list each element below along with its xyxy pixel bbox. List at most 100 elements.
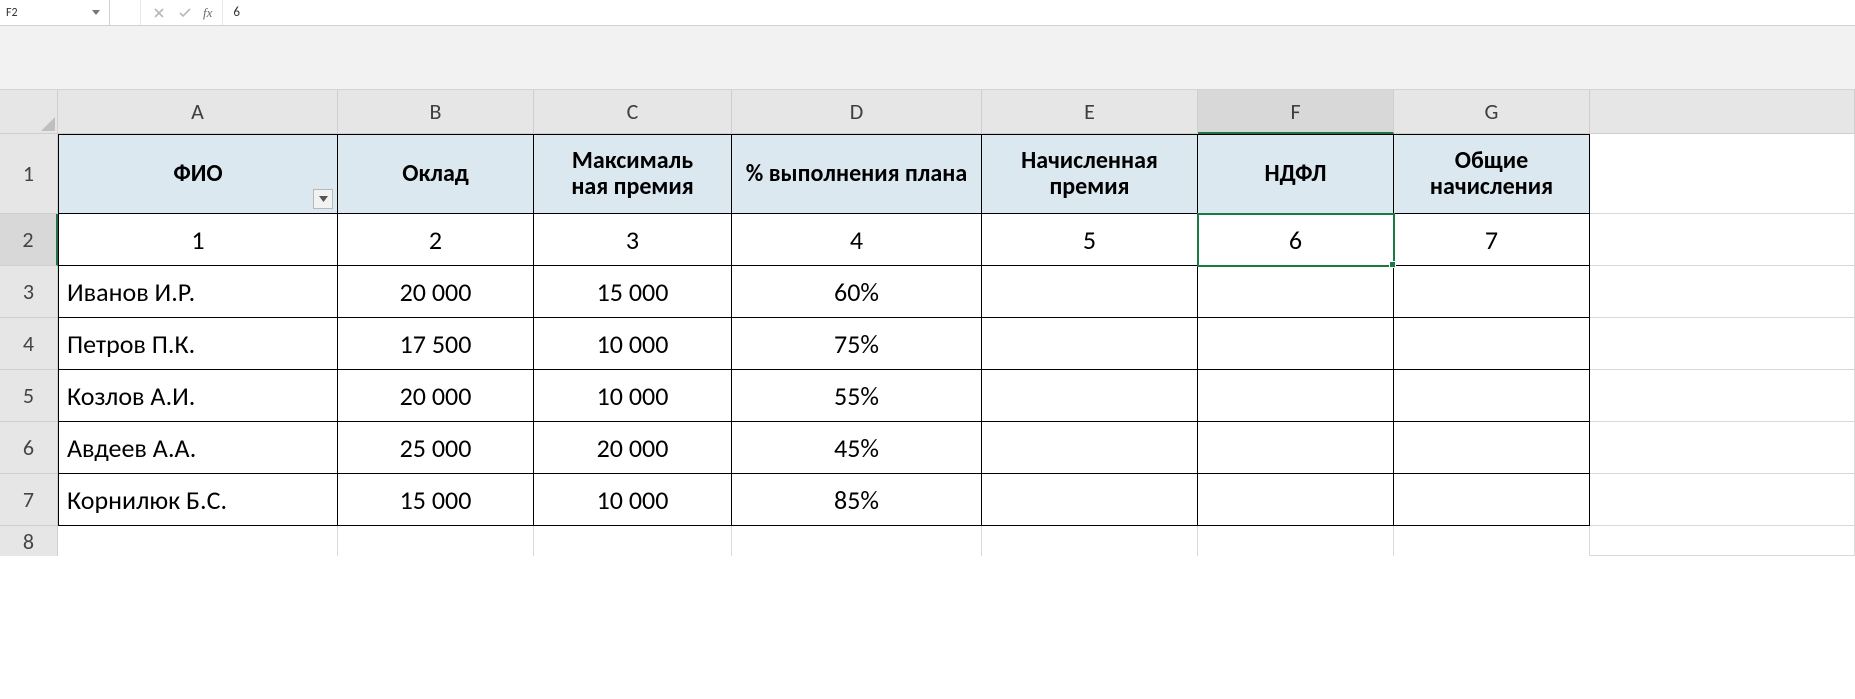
cell-d8[interactable] bbox=[732, 526, 982, 556]
cell-f8[interactable] bbox=[1198, 526, 1394, 556]
header-fio: ФИО bbox=[173, 161, 222, 187]
cell-a8[interactable] bbox=[58, 526, 338, 556]
cell-a2[interactable]: 1 bbox=[58, 214, 338, 266]
formula-bar-buttons: fx bbox=[140, 0, 222, 25]
cell-b4[interactable]: 17 500 bbox=[338, 318, 534, 370]
row-header-7[interactable]: 7 bbox=[0, 474, 58, 526]
spreadsheet-grid: A B C D E F G 1 ФИО Оклад Максималь ная … bbox=[0, 90, 1855, 556]
cell-a4[interactable]: Петров П.К. bbox=[58, 318, 338, 370]
header-total: Общие начисления bbox=[1402, 148, 1581, 201]
cell-overflow-3 bbox=[1590, 266, 1855, 318]
cell-d2[interactable]: 4 bbox=[732, 214, 982, 266]
cell-b2[interactable]: 2 bbox=[338, 214, 534, 266]
row-header-5[interactable]: 5 bbox=[0, 370, 58, 422]
formula-bar: F2 fx 6 bbox=[0, 0, 1855, 26]
cell-c5[interactable]: 10 000 bbox=[534, 370, 732, 422]
cell-c1[interactable]: Максималь ная премия bbox=[534, 134, 732, 214]
cell-g2[interactable]: 7 bbox=[1394, 214, 1590, 266]
cell-g5[interactable] bbox=[1394, 370, 1590, 422]
row-header-8[interactable]: 8 bbox=[0, 526, 58, 556]
cell-g6[interactable] bbox=[1394, 422, 1590, 474]
cell-e2[interactable]: 5 bbox=[982, 214, 1198, 266]
cell-overflow-7 bbox=[1590, 474, 1855, 526]
cell-a1[interactable]: ФИО bbox=[58, 134, 338, 214]
cell-d4[interactable]: 75% bbox=[732, 318, 982, 370]
cell-e8[interactable] bbox=[982, 526, 1198, 556]
cell-e4[interactable] bbox=[982, 318, 1198, 370]
cell-b8[interactable] bbox=[338, 526, 534, 556]
cell-c3[interactable]: 15 000 bbox=[534, 266, 732, 318]
fill-handle[interactable] bbox=[1389, 261, 1396, 268]
cell-g1[interactable]: Общие начисления bbox=[1394, 134, 1590, 214]
cell-c2[interactable]: 3 bbox=[534, 214, 732, 266]
cell-e5[interactable] bbox=[982, 370, 1198, 422]
cell-a7[interactable]: Корнилюк Б.С. bbox=[58, 474, 338, 526]
cell-c8[interactable] bbox=[534, 526, 732, 556]
cell-d5[interactable]: 55% bbox=[732, 370, 982, 422]
header-plan-pct: % выполнения плана bbox=[746, 161, 967, 187]
cell-overflow-2 bbox=[1590, 214, 1855, 266]
column-header-a[interactable]: A bbox=[58, 90, 338, 134]
cell-overflow-8 bbox=[1590, 526, 1855, 556]
cell-a6[interactable]: Авдеев А.А. bbox=[58, 422, 338, 474]
cell-f3[interactable] bbox=[1198, 266, 1394, 318]
ribbon-placeholder bbox=[0, 26, 1855, 90]
select-all-corner[interactable] bbox=[0, 90, 58, 134]
name-box-container: F2 bbox=[0, 0, 110, 25]
cell-d6[interactable]: 45% bbox=[732, 422, 982, 474]
column-header-c[interactable]: C bbox=[534, 90, 732, 134]
row-header-4[interactable]: 4 bbox=[0, 318, 58, 370]
column-header-f[interactable]: F bbox=[1198, 90, 1394, 134]
header-max-bonus: Максималь ная премия bbox=[571, 148, 693, 201]
cell-b1[interactable]: Оклад bbox=[338, 134, 534, 214]
cell-d1[interactable]: % выполнения плана bbox=[732, 134, 982, 214]
name-box-dropdown-icon[interactable] bbox=[89, 6, 103, 20]
cell-b6[interactable]: 25 000 bbox=[338, 422, 534, 474]
cell-f5[interactable] bbox=[1198, 370, 1394, 422]
cell-overflow-6 bbox=[1590, 422, 1855, 474]
column-header-d[interactable]: D bbox=[732, 90, 982, 134]
cell-g8[interactable] bbox=[1394, 526, 1590, 556]
formula-input[interactable]: 6 bbox=[222, 0, 1855, 25]
column-header-g[interactable]: G bbox=[1394, 90, 1590, 134]
row-header-2[interactable]: 2 bbox=[0, 214, 58, 266]
fx-icon[interactable]: fx bbox=[203, 5, 212, 21]
cell-e3[interactable] bbox=[982, 266, 1198, 318]
cell-f7[interactable] bbox=[1198, 474, 1394, 526]
filter-dropdown-icon[interactable] bbox=[313, 189, 333, 209]
cell-c4[interactable]: 10 000 bbox=[534, 318, 732, 370]
column-header-b[interactable]: B bbox=[338, 90, 534, 134]
cell-b7[interactable]: 15 000 bbox=[338, 474, 534, 526]
cell-e1[interactable]: Начисленная премия bbox=[982, 134, 1198, 214]
cell-d7[interactable]: 85% bbox=[732, 474, 982, 526]
header-ndfl: НДФЛ bbox=[1264, 161, 1326, 187]
cell-overflow-4 bbox=[1590, 318, 1855, 370]
enter-icon[interactable] bbox=[177, 5, 193, 21]
cell-d3[interactable]: 60% bbox=[732, 266, 982, 318]
cell-c6[interactable]: 20 000 bbox=[534, 422, 732, 474]
header-accrued-bonus: Начисленная премия bbox=[990, 148, 1189, 201]
column-header-overflow bbox=[1590, 90, 1855, 134]
cell-g3[interactable] bbox=[1394, 266, 1590, 318]
row-header-6[interactable]: 6 bbox=[0, 422, 58, 474]
row-header-1[interactable]: 1 bbox=[0, 134, 58, 214]
cell-e7[interactable] bbox=[982, 474, 1198, 526]
cell-c7[interactable]: 10 000 bbox=[534, 474, 732, 526]
cell-b3[interactable]: 20 000 bbox=[338, 266, 534, 318]
cell-e6[interactable] bbox=[982, 422, 1198, 474]
cell-a3[interactable]: Иванов И.Р. bbox=[58, 266, 338, 318]
header-salary: Оклад bbox=[402, 161, 469, 187]
cell-overflow-1 bbox=[1590, 134, 1855, 214]
cell-g4[interactable] bbox=[1394, 318, 1590, 370]
cell-g7[interactable] bbox=[1394, 474, 1590, 526]
cell-f6[interactable] bbox=[1198, 422, 1394, 474]
column-header-e[interactable]: E bbox=[982, 90, 1198, 134]
cancel-icon[interactable] bbox=[151, 5, 167, 21]
cell-b5[interactable]: 20 000 bbox=[338, 370, 534, 422]
row-header-3[interactable]: 3 bbox=[0, 266, 58, 318]
name-box[interactable]: F2 bbox=[6, 6, 89, 20]
cell-f4[interactable] bbox=[1198, 318, 1394, 370]
cell-a5[interactable]: Козлов А.И. bbox=[58, 370, 338, 422]
cell-f2[interactable]: 6 bbox=[1198, 214, 1394, 266]
cell-f1[interactable]: НДФЛ bbox=[1198, 134, 1394, 214]
